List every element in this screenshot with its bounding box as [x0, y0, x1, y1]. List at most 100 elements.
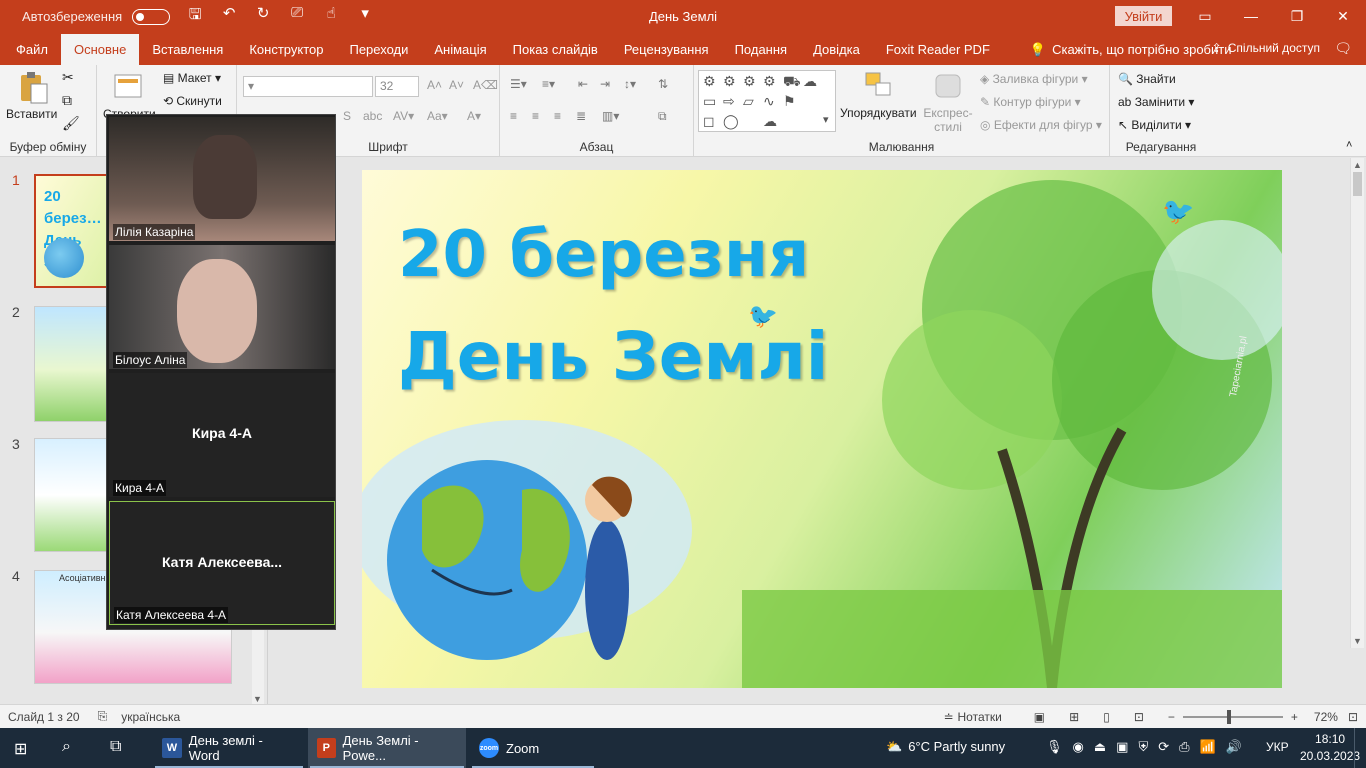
zoom-tray-icon[interactable]: ◉: [1073, 739, 1084, 755]
decrease-font-icon[interactable]: A˅: [449, 78, 464, 92]
language-indicator[interactable]: українська: [121, 710, 180, 724]
clock[interactable]: 18:10 20.03.2023: [1300, 731, 1360, 765]
sync-icon[interactable]: ⟳: [1158, 739, 1169, 755]
scroll-down-icon[interactable]: ▼: [253, 694, 262, 704]
zoom-in-icon[interactable]: +: [1291, 710, 1298, 724]
align-center-icon[interactable]: ≡: [532, 109, 539, 123]
zoom-slider[interactable]: [1182, 709, 1283, 724]
weather-widget[interactable]: ⛅ 6°C Partly sunny: [886, 739, 1005, 755]
shape-rect-icon[interactable]: ▭: [703, 93, 716, 110]
maximize-icon[interactable]: ❐: [1274, 0, 1320, 33]
reading-view-icon[interactable]: ▯: [1103, 710, 1110, 724]
wifi-icon[interactable]: 📶: [1200, 739, 1216, 755]
taskbar-app-powerpoint[interactable]: P День Землі - Powe...: [308, 728, 466, 768]
gallery-more-icon[interactable]: ▾: [823, 113, 829, 126]
decrease-indent-icon[interactable]: ⇤: [578, 77, 588, 91]
shape-arrow-icon[interactable]: ⇨: [723, 93, 735, 110]
quick-styles-button[interactable]: Експрес-стилі: [922, 106, 974, 134]
network-icon[interactable]: ⎙: [1179, 739, 1189, 755]
shape-flag-icon[interactable]: ⚑: [783, 93, 796, 110]
video-tile[interactable]: Кира 4-А Кира 4-А: [109, 373, 335, 497]
volume-icon[interactable]: 🔊: [1226, 739, 1242, 755]
shape-cloud-bubble-icon[interactable]: ☁: [763, 113, 777, 130]
shape-wave-icon[interactable]: ∿: [763, 93, 775, 110]
shape-oval-bubble-icon[interactable]: ◯: [723, 113, 739, 130]
replace-button[interactable]: ab Замінити ▾: [1118, 95, 1194, 109]
shape-effects-button[interactable]: ◎ Ефекти для фігур ▾: [980, 118, 1102, 132]
spacing-icon[interactable]: AV▾: [393, 109, 414, 123]
minimize-icon[interactable]: —: [1228, 0, 1274, 33]
cut-icon[interactable]: ✂: [62, 69, 74, 86]
task-view-icon[interactable]: ⧉: [110, 738, 121, 756]
slide-title-line-1[interactable]: 20 березня: [398, 218, 809, 292]
windows-start-icon[interactable]: ⊞: [14, 739, 27, 759]
shape-gear4-icon[interactable]: ⚙: [763, 73, 776, 90]
slideshow-view-icon[interactable]: ⊡: [1134, 710, 1144, 724]
scroll-thumb[interactable]: [1353, 172, 1362, 196]
tab-foxit[interactable]: Foxit Reader PDF: [873, 34, 1003, 65]
align-left-icon[interactable]: ≡: [510, 109, 517, 123]
scroll-down-icon[interactable]: ▼: [1353, 636, 1362, 646]
new-slide-icon[interactable]: [113, 71, 145, 105]
tab-help[interactable]: Довідка: [800, 34, 873, 65]
bullets-icon[interactable]: ☰▾: [510, 77, 527, 91]
comments-icon[interactable]: 🗨: [1334, 33, 1352, 64]
zoom-out-icon[interactable]: −: [1168, 710, 1175, 724]
increase-indent-icon[interactable]: ⇥: [600, 77, 610, 91]
share-button[interactable]: ⇪ Спільний доступ: [1212, 33, 1320, 64]
tab-animations[interactable]: Анімація: [421, 34, 499, 65]
numbering-icon[interactable]: ≡▾: [542, 77, 555, 91]
taskbar-app-word[interactable]: W День землі - Word: [153, 728, 305, 768]
normal-view-icon[interactable]: ▣: [1034, 710, 1045, 724]
tab-view[interactable]: Подання: [722, 34, 801, 65]
shadow-icon[interactable]: S: [343, 109, 351, 123]
justify-icon[interactable]: ≣: [576, 109, 586, 123]
paste-icon[interactable]: [18, 71, 50, 105]
shape-gear2-icon[interactable]: ⚙: [723, 73, 736, 90]
tab-design[interactable]: Конструктор: [236, 34, 336, 65]
shape-bubble-icon[interactable]: ◻: [703, 113, 715, 130]
font-name-input[interactable]: ▾: [243, 76, 373, 97]
undo-icon[interactable]: ↶: [218, 4, 240, 29]
tab-file[interactable]: Файл: [0, 34, 61, 65]
shape-cloud-icon[interactable]: ☁: [803, 73, 817, 90]
zoom-level[interactable]: 72%: [1314, 710, 1338, 724]
columns-icon[interactable]: ▥▾: [602, 109, 619, 123]
font-color-icon[interactable]: A▾: [467, 109, 481, 123]
tab-review[interactable]: Рецензування: [611, 34, 722, 65]
shape-callout-icon[interactable]: ▱: [743, 93, 754, 110]
ribbon-display-icon[interactable]: ▭: [1182, 0, 1228, 33]
spellcheck-icon[interactable]: ⎘: [98, 709, 108, 724]
strikethrough-icon[interactable]: abc: [363, 109, 382, 123]
search-icon[interactable]: ⌕: [62, 738, 71, 756]
layout-button[interactable]: ▤ Макет ▾: [163, 71, 221, 85]
scroll-up-icon[interactable]: ▲: [1353, 160, 1362, 170]
format-painter-icon[interactable]: 🖌: [62, 115, 80, 132]
touch-mode-icon[interactable]: ☝: [320, 4, 342, 29]
close-icon[interactable]: ✕: [1320, 0, 1366, 33]
taskbar-app-zoom[interactable]: zoom Zoom: [470, 728, 596, 768]
tab-transitions[interactable]: Переходи: [336, 34, 421, 65]
find-button[interactable]: 🔍 Знайти: [1118, 72, 1176, 86]
shape-outline-button[interactable]: ✎ Контур фігури ▾: [980, 95, 1081, 109]
collapse-ribbon-icon[interactable]: ˄: [1346, 139, 1352, 151]
tab-slideshow[interactable]: Показ слайдів: [500, 34, 611, 65]
input-language[interactable]: УКР: [1266, 740, 1289, 754]
tell-me-search[interactable]: 💡 Скажіть, що потрібно зробити: [1017, 34, 1245, 65]
present-icon[interactable]: ⎚: [286, 4, 308, 29]
video-tile[interactable]: Білоус Аліна: [109, 245, 335, 369]
smartart-icon[interactable]: ⧉: [658, 109, 667, 124]
shape-fill-button[interactable]: ◈ Заливка фігури ▾: [980, 72, 1088, 86]
shape-gear-icon[interactable]: ⚙: [703, 73, 716, 90]
fit-slide-icon[interactable]: ⊡: [1348, 710, 1358, 724]
zoom-slider-thumb[interactable]: [1226, 709, 1231, 724]
save-icon[interactable]: 🖫: [184, 4, 206, 29]
notes-button[interactable]: ≐ Нотатки: [943, 710, 1001, 724]
shapes-gallery[interactable]: ⚙ ⚙ ⚙ ⚙ ⛟ ☁ ▭ ⇨ ▱ ∿ ⚑ ◻ ◯ ☁ ▾: [698, 70, 836, 132]
increase-font-icon[interactable]: A˄: [427, 78, 442, 92]
notifications-icon[interactable]: [1354, 728, 1360, 768]
clear-format-icon[interactable]: A⌫: [473, 78, 498, 92]
copy-icon[interactable]: ⧉: [62, 92, 72, 109]
paste-button[interactable]: Вставити: [6, 107, 57, 121]
shape-gear3-icon[interactable]: ⚙: [743, 73, 756, 90]
